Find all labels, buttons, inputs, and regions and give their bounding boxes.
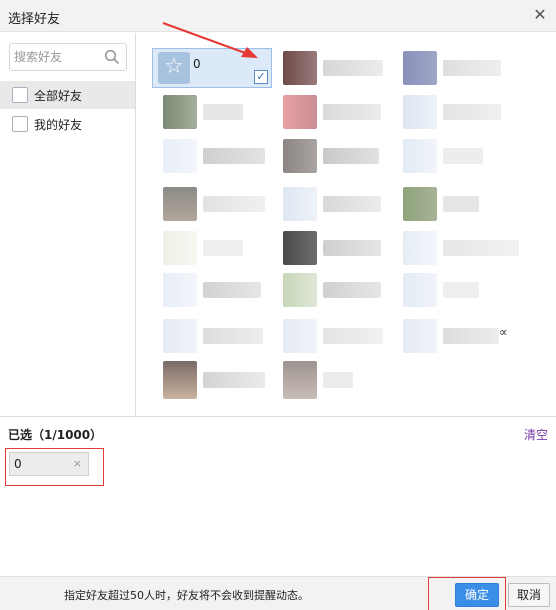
search-box	[9, 43, 127, 71]
friend-name-blurred	[323, 240, 381, 256]
avatar	[283, 231, 317, 265]
clear-link[interactable]: 清空	[524, 426, 548, 443]
friend-name-blurred	[203, 372, 265, 388]
checkmark-icon[interactable]: ✓	[254, 70, 268, 84]
avatar	[283, 51, 317, 85]
search-input[interactable]	[14, 48, 102, 66]
friend-grid: ☆ 0 ✓ ∝	[137, 33, 556, 416]
friend-tile[interactable]	[159, 271, 277, 309]
group-checkbox[interactable]	[12, 87, 28, 103]
friend-tile[interactable]	[279, 185, 397, 223]
friend-tile[interactable]	[399, 137, 517, 175]
friend-nickname: 0	[193, 57, 201, 71]
group-sidebar: 全部好友 我的好友	[0, 33, 136, 416]
avatar	[403, 273, 437, 307]
group-item-my-friends[interactable]: 我的好友	[0, 110, 135, 138]
friend-tile[interactable]	[399, 185, 517, 223]
friend-name-blurred	[203, 328, 263, 344]
star-icon: ☆	[164, 54, 184, 79]
avatar	[403, 139, 437, 173]
friend-name-blurred	[323, 148, 379, 164]
friend-name-blurred	[323, 104, 381, 120]
dialog-footer: 指定好友超过50人时，好友将不会收到提醒动态。 确定 取消	[0, 576, 556, 610]
avatar	[163, 139, 197, 173]
avatar	[283, 139, 317, 173]
friend-tile[interactable]	[159, 229, 277, 267]
avatar	[163, 95, 197, 129]
friend-tile[interactable]	[279, 137, 397, 175]
friend-tile[interactable]	[399, 93, 517, 131]
group-label: 全部好友	[34, 89, 83, 103]
group-label: 我的好友	[34, 118, 83, 132]
avatar	[283, 187, 317, 221]
friend-name-blurred	[323, 328, 383, 344]
friend-name-blurred	[203, 104, 243, 120]
avatar	[283, 361, 317, 399]
friend-tile[interactable]	[279, 93, 397, 131]
chip-label: 0	[14, 457, 22, 471]
friend-name-blurred	[443, 196, 479, 212]
cancel-button[interactable]: 取消	[508, 583, 550, 607]
avatar	[163, 319, 197, 353]
close-icon[interactable]: ✕	[530, 5, 550, 25]
confirm-button[interactable]: 确定	[455, 583, 499, 607]
friend-name-blurred	[443, 60, 501, 76]
friend-name-blurred	[323, 196, 381, 212]
friend-tile[interactable]	[399, 229, 519, 267]
selected-count: 已选（1/1000）	[8, 428, 103, 442]
friend-name-blurred	[443, 148, 483, 164]
avatar	[163, 361, 197, 399]
friend-tile[interactable]	[159, 137, 277, 175]
avatar	[403, 319, 437, 353]
friend-tile[interactable]	[159, 185, 277, 223]
friend-name-blurred	[203, 240, 243, 256]
avatar	[163, 187, 197, 221]
friend-name-blurred	[323, 60, 383, 76]
group-checkbox[interactable]	[12, 116, 28, 132]
search-icon[interactable]	[104, 49, 120, 65]
remove-chip-icon[interactable]: ×	[73, 457, 82, 470]
friend-name-blurred	[203, 196, 265, 212]
window-title: 选择好友	[8, 12, 61, 27]
avatar	[403, 231, 437, 265]
selected-friend-chip: 0 ×	[9, 452, 89, 476]
avatar	[403, 187, 437, 221]
friend-tile[interactable]	[279, 271, 397, 309]
avatar	[283, 319, 317, 353]
friend-extra-label: ∝	[499, 325, 508, 339]
friend-name-blurred	[443, 104, 501, 120]
avatar	[283, 95, 317, 129]
avatar	[163, 231, 197, 265]
selected-panel: 已选（1/1000） 清空 0 ×	[0, 416, 556, 576]
friend-tile[interactable]	[159, 359, 277, 401]
friend-tile[interactable]	[159, 317, 277, 355]
friend-tile[interactable]	[159, 93, 277, 131]
avatar	[403, 95, 437, 129]
friend-tile[interactable]	[279, 49, 397, 87]
group-item-all-friends[interactable]: 全部好友	[0, 81, 135, 109]
friend-name-blurred	[323, 372, 353, 388]
friend-tile[interactable]	[279, 317, 397, 355]
title-bar: 选择好友 ✕	[0, 0, 556, 32]
footer-hint: 指定好友超过50人时，好友将不会收到提醒动态。	[64, 589, 309, 602]
friend-name-blurred	[443, 240, 519, 256]
friend-name-blurred	[203, 148, 265, 164]
friend-name-blurred	[443, 282, 479, 298]
avatar	[163, 273, 197, 307]
friend-tile[interactable]	[279, 229, 397, 267]
friend-name-blurred	[443, 328, 499, 344]
friend-tile[interactable]	[279, 359, 397, 401]
friend-tile[interactable]	[399, 49, 517, 87]
friend-name-blurred	[203, 282, 261, 298]
avatar	[403, 51, 437, 85]
avatar: ☆	[158, 52, 190, 84]
avatar	[283, 273, 317, 307]
friend-name-blurred	[323, 282, 381, 298]
friend-tile[interactable]	[399, 271, 517, 309]
friend-tile-selected[interactable]: ☆ 0 ✓	[152, 48, 272, 88]
friend-tile[interactable]: ∝	[399, 317, 517, 355]
